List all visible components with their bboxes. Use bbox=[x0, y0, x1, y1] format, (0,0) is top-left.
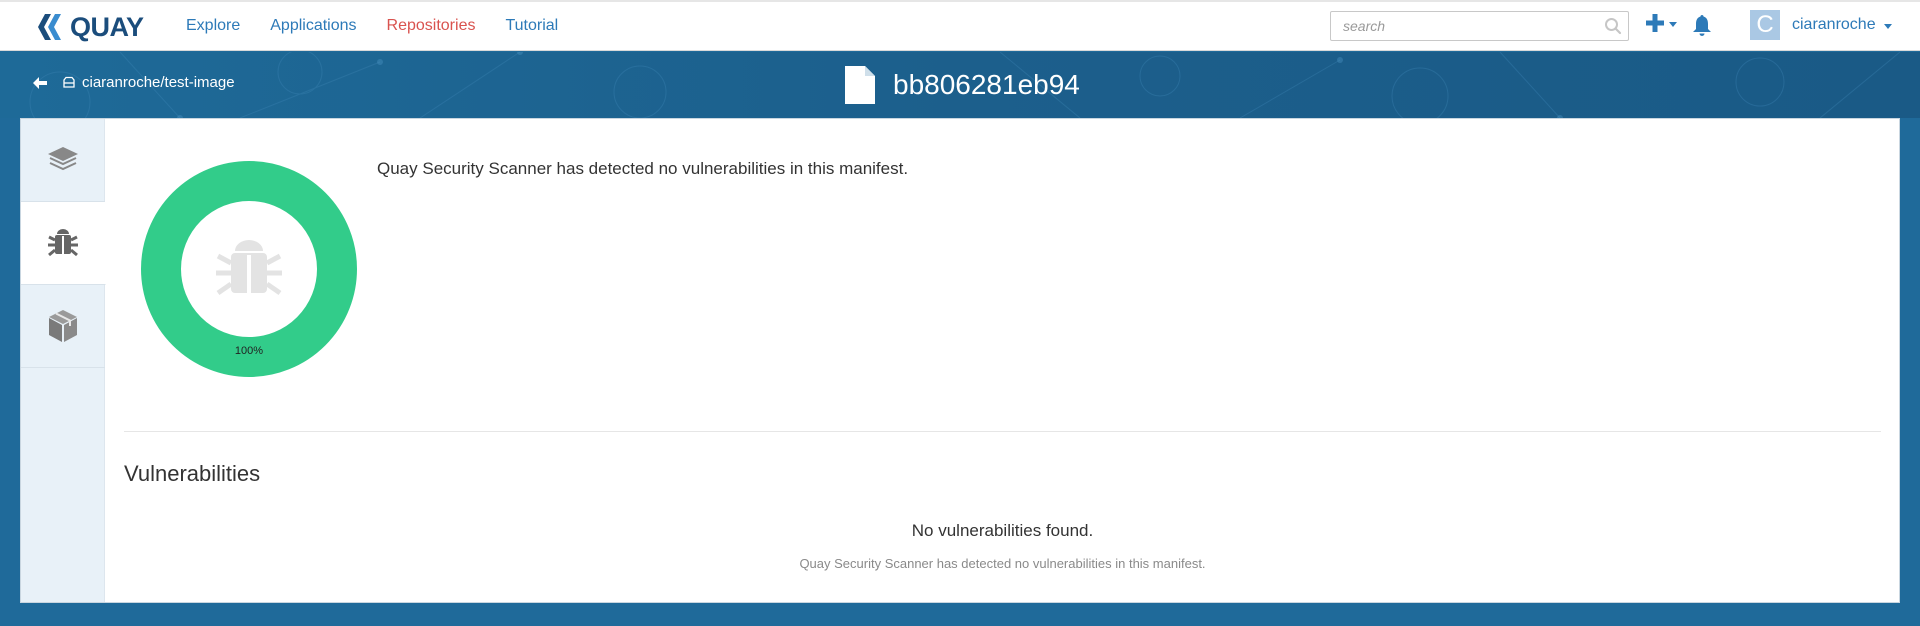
page-title: bb806281eb94 bbox=[843, 64, 1080, 106]
search-icon[interactable] bbox=[1604, 17, 1622, 40]
donut-percent-label: 100% bbox=[234, 345, 264, 357]
breadcrumb: ciaranroche/test-image bbox=[32, 74, 235, 91]
search-input[interactable] bbox=[1331, 12, 1591, 40]
package-icon bbox=[49, 310, 77, 342]
brand-name: QUAY bbox=[70, 11, 144, 42]
manifest-digest: bb806281eb94 bbox=[893, 69, 1080, 100]
tab-security-scan[interactable] bbox=[21, 202, 106, 285]
page-header-band: ciaranroche/test-image bb806281eb94 bbox=[0, 52, 1920, 118]
nav-explore[interactable]: Explore bbox=[186, 17, 240, 35]
user-menu[interactable]: C ciaranroche bbox=[1750, 10, 1892, 40]
bug-icon bbox=[48, 229, 78, 257]
repository-icon bbox=[62, 76, 76, 90]
top-navbar: QUAY Explore Applications Repositories T… bbox=[0, 0, 1920, 51]
notifications-button[interactable] bbox=[1690, 13, 1714, 42]
nav-tutorial[interactable]: Tutorial bbox=[505, 17, 558, 35]
bug-icon bbox=[216, 240, 282, 296]
search-box bbox=[1330, 11, 1629, 41]
back-button[interactable] bbox=[32, 75, 48, 91]
main-nav: Explore Applications Repositories Tutori… bbox=[186, 0, 588, 51]
manifest-panel: 100% Quay Security Scanner has detected … bbox=[20, 118, 1900, 603]
bell-icon bbox=[1693, 15, 1711, 36]
scan-summary-message: Quay Security Scanner has detected no vu… bbox=[377, 159, 909, 178]
empty-state-title: No vulnerabilities found. bbox=[911, 521, 1094, 540]
empty-state-subtitle: Quay Security Scanner has detected no vu… bbox=[799, 556, 1206, 571]
nav-repositories[interactable]: Repositories bbox=[387, 17, 476, 35]
chevron-down-icon bbox=[1669, 21, 1677, 27]
side-tabs bbox=[21, 119, 106, 602]
layers-icon bbox=[48, 147, 78, 171]
quay-logo-icon bbox=[38, 14, 61, 40]
tab-packages[interactable] bbox=[21, 285, 105, 368]
tab-layers[interactable] bbox=[21, 119, 105, 202]
username: ciaranroche bbox=[1792, 16, 1876, 33]
section-divider bbox=[124, 431, 1881, 432]
nav-applications[interactable]: Applications bbox=[270, 17, 356, 35]
arrow-left-icon bbox=[33, 76, 47, 89]
file-icon bbox=[843, 64, 877, 106]
avatar: C bbox=[1750, 10, 1780, 40]
plus-icon bbox=[1646, 14, 1664, 32]
create-new-button[interactable] bbox=[1645, 13, 1677, 33]
quay-logo[interactable]: QUAY bbox=[36, 11, 144, 43]
chevron-down-icon bbox=[1883, 23, 1892, 29]
vulnerabilities-heading: Vulnerabilities bbox=[124, 461, 261, 486]
breadcrumb-repository-link[interactable]: ciaranroche/test-image bbox=[82, 74, 235, 91]
vulnerability-donut-chart: 100% bbox=[141, 161, 357, 377]
